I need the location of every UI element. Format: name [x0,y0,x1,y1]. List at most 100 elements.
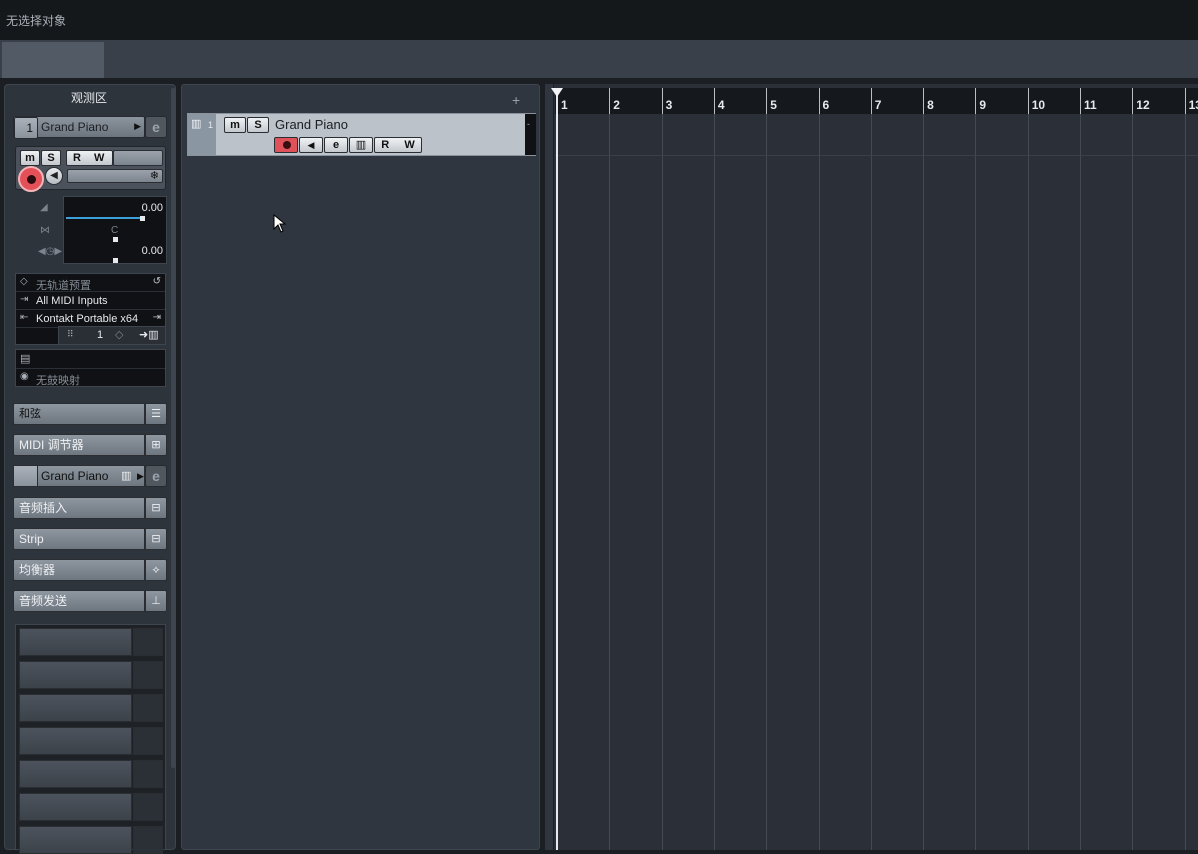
selection-status: 无选择对象 [6,14,67,28]
send-slot-level[interactable] [133,628,163,656]
bar-grid-line [923,114,925,850]
list-icon[interactable]: ▤ [20,352,30,365]
section-midi-modifiers[interactable]: MIDI 调节器 ⊞ [13,434,167,456]
send-slot-main[interactable] [19,793,132,821]
mute-button[interactable]: m [20,150,40,166]
project-cursor-head[interactable] [551,88,563,97]
fader-panel: 0.00 C 0.00 [63,196,167,264]
send-slot-level[interactable] [133,661,163,689]
timeline-ruler[interactable]: 12345678910111213 [555,88,1198,114]
ruler-bar-tick [975,88,977,114]
track-name[interactable]: Grand Piano [275,117,348,132]
inspector-track-name-row[interactable]: 1 Grand Piano ▶ e [13,116,167,139]
eq-icon[interactable]: ⟡ [145,559,167,581]
send-slot-level[interactable] [133,793,163,821]
track-record-icon[interactable] [274,137,298,153]
ruler-bar-tick [1184,88,1186,114]
track-preset-row[interactable]: ◇ 无轨道预置 ↺ [16,274,165,292]
send-slot[interactable] [19,694,163,722]
drum-map-label[interactable]: 无鼓映射 [36,372,80,388]
bar-grid-line [818,114,820,850]
track-mute-button[interactable]: m [224,117,246,133]
send-slot-level[interactable] [133,727,163,755]
section-chords[interactable]: 和弦 ☰ [13,403,167,425]
strip-icon[interactable]: ⊟ [145,528,167,550]
send-slot[interactable] [19,661,163,689]
inserts-icon[interactable]: ⊟ [145,497,167,519]
inspector-title: 观测区 [70,91,107,105]
track-lane-separator [555,155,1198,156]
track-automation-buttons[interactable]: R W [374,137,422,153]
inspector-track-name-field[interactable]: 1 Grand Piano ▶ [13,116,145,139]
track-monitor-icon[interactable]: ◀ [299,137,323,153]
ruler-bar-label: 12 [1136,98,1150,112]
bar-grid-line [713,114,715,850]
midi-input-row[interactable]: ⇥ All MIDI Inputs [16,292,165,310]
section-strip[interactable]: Strip ⊟ [13,528,167,550]
send-slot[interactable] [19,727,163,755]
track-keyboard-icon[interactable]: ▥ [349,137,373,153]
add-track-icon[interactable]: + [512,92,520,108]
midi-channel-row[interactable]: ⠿ 1 ◇ ➜▥ [58,326,166,345]
project-cursor[interactable] [556,88,558,850]
track-solo-button[interactable]: S [247,117,269,133]
section-audio-inserts[interactable]: 音频插入 ⊟ [13,497,167,519]
ruler-bar-label: 10 [1031,98,1046,112]
instrument-slot[interactable] [14,466,38,486]
open-instrument-icon[interactable]: ⇥ [153,312,161,323]
send-slot-main[interactable] [19,727,132,755]
edit-instrument-icon[interactable]: e [145,116,167,138]
edit-instrument-icon[interactable]: e [145,465,167,487]
track-read-label: R [381,139,390,151]
lane-bar[interactable]: ❄ [67,169,163,183]
send-slot[interactable] [19,793,163,821]
bar-grid-line [1184,114,1186,850]
track-row[interactable]: ▥ 1 m S Grand Piano ◀ e ▥ R W - [187,113,536,156]
send-slot-main[interactable] [19,661,132,689]
ruler-bar-tick [766,88,768,114]
ruler-bar-tick [870,88,872,114]
send-slot[interactable] [19,760,163,788]
toolbar-tab[interactable] [2,42,104,78]
meter-tick: - [527,119,530,129]
volume-fader[interactable] [66,217,142,219]
send-slot-level[interactable] [133,760,163,788]
send-slot-main[interactable] [19,760,132,788]
bar-grid-line [1027,114,1029,850]
send-slot-level[interactable] [133,694,163,722]
bar-grid-line [609,114,611,850]
delay-handle[interactable] [113,258,118,263]
section-instrument[interactable]: Grand Piano ▥ ▶ e [13,465,167,487]
send-slot[interactable] [19,628,163,656]
volume-value[interactable]: 0.00 [142,202,163,214]
midi-channel-value: 1 [97,329,104,341]
volume-fader-handle[interactable] [140,216,145,221]
send-slot-main[interactable] [19,628,132,656]
midi-modifiers-icon[interactable]: ⊞ [145,434,167,456]
instrument-keyboard-icon[interactable]: ▥ [121,466,131,486]
ruler-bar-label: 3 [665,98,673,112]
pan-handle[interactable] [113,237,118,242]
reset-icon[interactable]: ↺ [153,276,161,287]
track-edit-instrument-icon[interactable]: e [324,137,348,153]
send-slot-main[interactable] [19,694,132,722]
ruler-bar-label: 4 [717,98,725,112]
solo-button[interactable]: S [41,150,61,166]
instrument-track-icon: ▥ [191,118,202,130]
monitor-speaker-icon[interactable]: ◀ [45,167,63,185]
automation-slot[interactable] [113,150,163,166]
section-eq[interactable]: 均衡器 ⟡ [13,559,167,581]
delay-value[interactable]: 0.00 [142,245,163,257]
chords-settings-icon[interactable]: ☰ [145,403,167,425]
input-icon: ⇥ [20,294,29,305]
read-automation-button[interactable]: R W [66,150,113,166]
inspector-scrollbar[interactable] [171,88,176,768]
ruler-bar-label: 1 [561,98,568,112]
sends-icon[interactable]: ⊥ [145,590,167,612]
record-enable-icon[interactable] [18,166,44,192]
section-audio-sends[interactable]: 音频发送 ⊥ [13,590,167,612]
keyboard-icon[interactable]: ➜▥ [139,328,159,341]
bar-grid-line [870,114,872,850]
triangle-right-icon: ▶ [134,121,141,131]
track-list[interactable] [181,84,540,850]
